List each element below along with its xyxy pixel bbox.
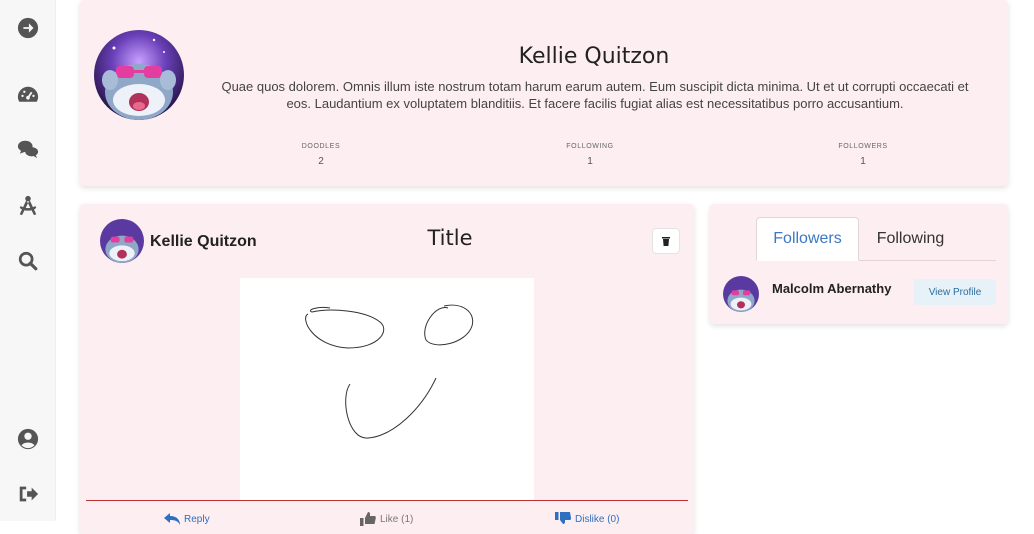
relations-card: Followers Following Malcolm Abernathy Vi… bbox=[710, 204, 1008, 324]
dashboard-gauge-icon[interactable] bbox=[14, 81, 42, 109]
stat-followers: FOLLOWERS 1 bbox=[803, 143, 923, 167]
follower-name[interactable]: Malcolm Abernathy bbox=[772, 281, 891, 296]
doodle-author[interactable]: Kellie Quitzon bbox=[150, 233, 257, 251]
reply-icon bbox=[164, 513, 180, 525]
dislike-button[interactable]: Dislike (0) bbox=[555, 512, 619, 526]
sign-out-icon[interactable] bbox=[14, 480, 42, 508]
tab-followers[interactable]: Followers bbox=[756, 217, 859, 261]
profile-name: Kellie Quitzon bbox=[518, 44, 670, 69]
delete-button[interactable] bbox=[652, 228, 680, 254]
view-profile-button[interactable]: View Profile bbox=[914, 279, 996, 305]
author-avatar[interactable] bbox=[100, 219, 144, 263]
profile-card: Kellie Quitzon Quae quos dolorem. Omnis … bbox=[80, 0, 1008, 186]
comments-icon[interactable] bbox=[14, 135, 42, 163]
search-icon[interactable] bbox=[14, 247, 42, 275]
user-circle-icon[interactable] bbox=[14, 425, 42, 453]
stat-value: 2 bbox=[318, 156, 324, 167]
follower-avatar[interactable] bbox=[723, 276, 759, 312]
sidebar bbox=[0, 0, 56, 521]
stat-label: DOODLES bbox=[301, 143, 341, 150]
reply-button[interactable]: Reply bbox=[164, 512, 210, 526]
like-button[interactable]: Like (1) bbox=[360, 512, 413, 526]
trash-icon bbox=[662, 236, 670, 246]
stat-doodles: DOODLES 2 bbox=[261, 143, 381, 167]
thumbs-up-icon bbox=[360, 512, 376, 526]
stat-value: 1 bbox=[860, 156, 866, 167]
thumbs-down-icon bbox=[555, 512, 571, 524]
tab-following[interactable]: Following bbox=[859, 217, 962, 261]
divider bbox=[86, 500, 688, 501]
stat-value: 1 bbox=[587, 156, 593, 167]
relations-tabs: Followers Following bbox=[756, 217, 996, 261]
stat-following: FOLLOWING 1 bbox=[530, 143, 650, 167]
drafting-compass-icon[interactable] bbox=[14, 192, 42, 220]
doodle-card: Kellie Quitzon Title Reply Like (1) Disl… bbox=[80, 204, 694, 534]
stat-label: FOLLOWERS bbox=[838, 143, 888, 150]
reply-label: Reply bbox=[184, 513, 210, 525]
doodle-title: Title bbox=[427, 226, 473, 250]
doodle-drawing bbox=[305, 304, 474, 439]
like-label: Like (1) bbox=[380, 513, 414, 525]
stat-label: FOLLOWING bbox=[566, 143, 614, 150]
profile-bio: Quae quos dolorem. Omnis illum iste nost… bbox=[221, 79, 969, 111]
arrow-circle-right-icon[interactable] bbox=[14, 14, 42, 42]
doodle-canvas[interactable] bbox=[240, 278, 534, 500]
dislike-label: Dislike (0) bbox=[575, 513, 620, 525]
avatar[interactable] bbox=[94, 30, 184, 120]
